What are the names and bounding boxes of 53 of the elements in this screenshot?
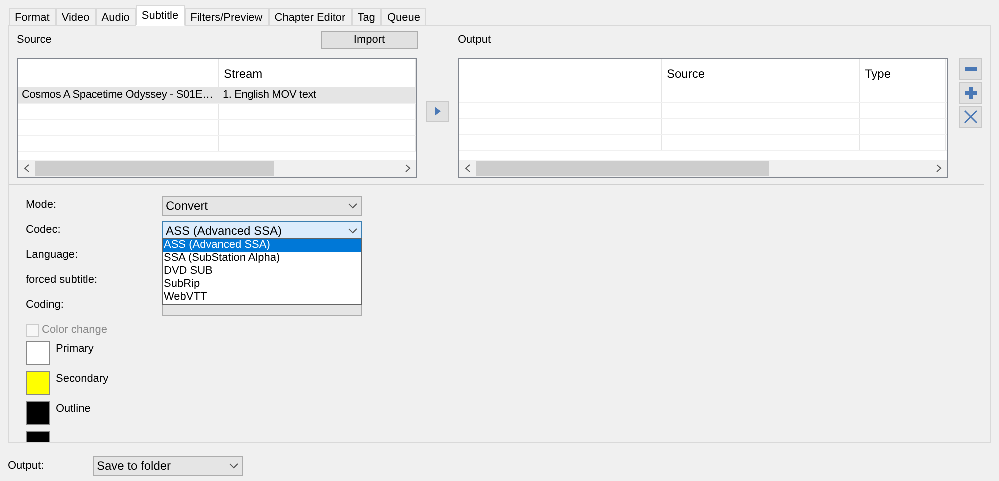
section-label: Source	[17, 32, 52, 48]
field-label: forced subtitle:	[26, 273, 99, 288]
color-swatch[interactable]	[26, 341, 50, 365]
color-swatch[interactable]	[26, 371, 50, 395]
dropdown-option[interactable]: DVD SUB	[163, 265, 361, 278]
color-swatch[interactable]	[26, 401, 50, 425]
dropdown-option[interactable]: ASS (Advanced SSA)	[163, 239, 361, 252]
tab[interactable]: Subtitle	[136, 5, 185, 26]
field-label: Language:	[26, 248, 79, 264]
plus-icon	[964, 87, 976, 99]
table-cell-text: 1. English MOV text	[223, 88, 316, 103]
scrollbar-thumb[interactable]	[35, 161, 274, 176]
field-label: Coding:	[26, 298, 65, 314]
horizontal-scrollbar[interactable]	[459, 160, 947, 177]
table-row[interactable]: Cosmos A Spacetime Odyssey - S01E… 1. English MOV text	[18, 87, 416, 104]
horizontal-scrollbar[interactable]	[18, 160, 416, 177]
column-header[interactable]: Source	[667, 65, 706, 83]
column-header[interactable]: Stream	[224, 65, 263, 83]
checkbox-label: Color change	[42, 322, 108, 338]
tab[interactable]: Video	[56, 8, 96, 26]
dropdown[interactable]: ASS (Advanced SSA)	[162, 220, 362, 240]
field-label: Codec:	[26, 223, 62, 238]
chevron-down-icon	[348, 202, 358, 208]
play-icon	[434, 106, 440, 116]
color-label: Outline	[56, 402, 91, 417]
add-button[interactable]	[959, 82, 982, 104]
dropdown[interactable]: Save to folder	[93, 456, 243, 476]
add-to-output-button[interactable]	[426, 100, 449, 122]
dropdown[interactable]: Convert	[162, 196, 362, 216]
minus-icon	[964, 67, 976, 71]
dropdown-option[interactable]: SSA (SubStation Alpha)	[163, 252, 361, 265]
remove-button[interactable]	[959, 58, 982, 80]
field-label: Output:	[8, 458, 46, 474]
field-label: Mode:	[26, 198, 58, 214]
close-icon	[964, 110, 978, 124]
dropdown-option[interactable]: WebVTT	[163, 291, 361, 304]
tab[interactable]: Filters/Preview	[184, 8, 269, 26]
tab[interactable]: Chapter Editor	[268, 8, 352, 26]
clear-button[interactable]	[959, 106, 982, 128]
tab[interactable]: Tag	[352, 8, 382, 26]
section-label: Output	[458, 32, 492, 48]
tab[interactable]: Audio	[96, 8, 136, 26]
chevron-down-icon	[229, 463, 239, 469]
tab[interactable]: Format	[9, 8, 56, 26]
import-button[interactable]: Import	[321, 31, 418, 49]
scrollbar-thumb[interactable]	[476, 161, 769, 176]
tab[interactable]: Queue	[381, 8, 426, 26]
column-header[interactable]: Type	[865, 65, 892, 83]
color-label: Secondary	[56, 372, 109, 387]
color-label: Primary	[56, 342, 94, 357]
chevron-down-icon	[348, 228, 358, 234]
dropdown-option[interactable]: SubRip	[163, 278, 361, 291]
table-cell-text: Cosmos A Spacetime Odyssey - S01E…	[22, 88, 214, 103]
